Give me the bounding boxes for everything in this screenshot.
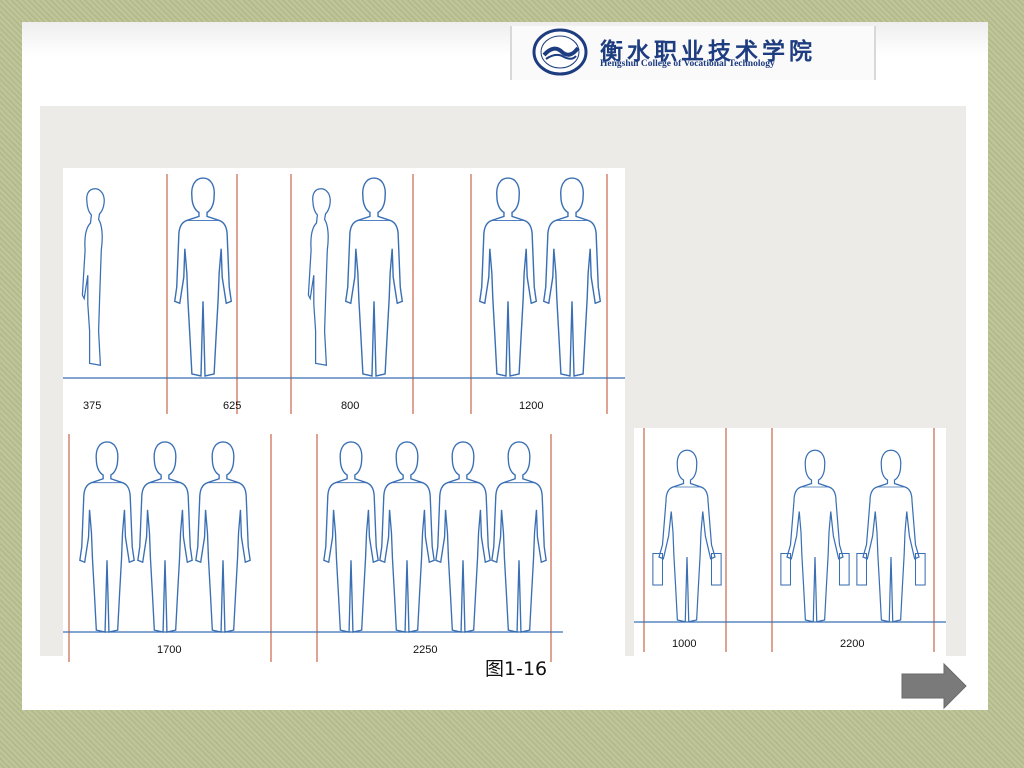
dimension-label: 2200 — [840, 638, 865, 650]
dimension-label: 375 — [83, 400, 102, 412]
school-logo-banner: 衡水职业技术学院 Hengshui College of Vocational … — [510, 26, 876, 80]
figure-panel-bottom: 1700 2250 — [63, 414, 625, 662]
school-seal-icon — [532, 28, 588, 76]
bottom-figure-drawing — [63, 434, 563, 662]
dimension-label: 2250 — [413, 644, 438, 656]
top-figure-drawing — [63, 174, 625, 414]
figure-caption: 图1-16 — [485, 658, 548, 680]
right-figure-drawing — [634, 428, 946, 652]
dimension-label: 1200 — [519, 400, 544, 412]
figure-panel-top: 375 625 800 1200 — [63, 168, 625, 436]
right-arrow-icon[interactable] — [900, 662, 968, 710]
figure-panel-right: 1000 2200 — [634, 428, 946, 660]
dimension-label: 625 — [223, 400, 242, 412]
slide-header: 衡水职业技术学院 Hengshui College of Vocational … — [22, 22, 988, 107]
dimension-label: 1700 — [157, 644, 182, 656]
dimension-label: 800 — [341, 400, 360, 412]
dimension-label: 1000 — [672, 638, 697, 650]
school-name-english: Hengshui College of Vocational Technolog… — [600, 59, 775, 69]
